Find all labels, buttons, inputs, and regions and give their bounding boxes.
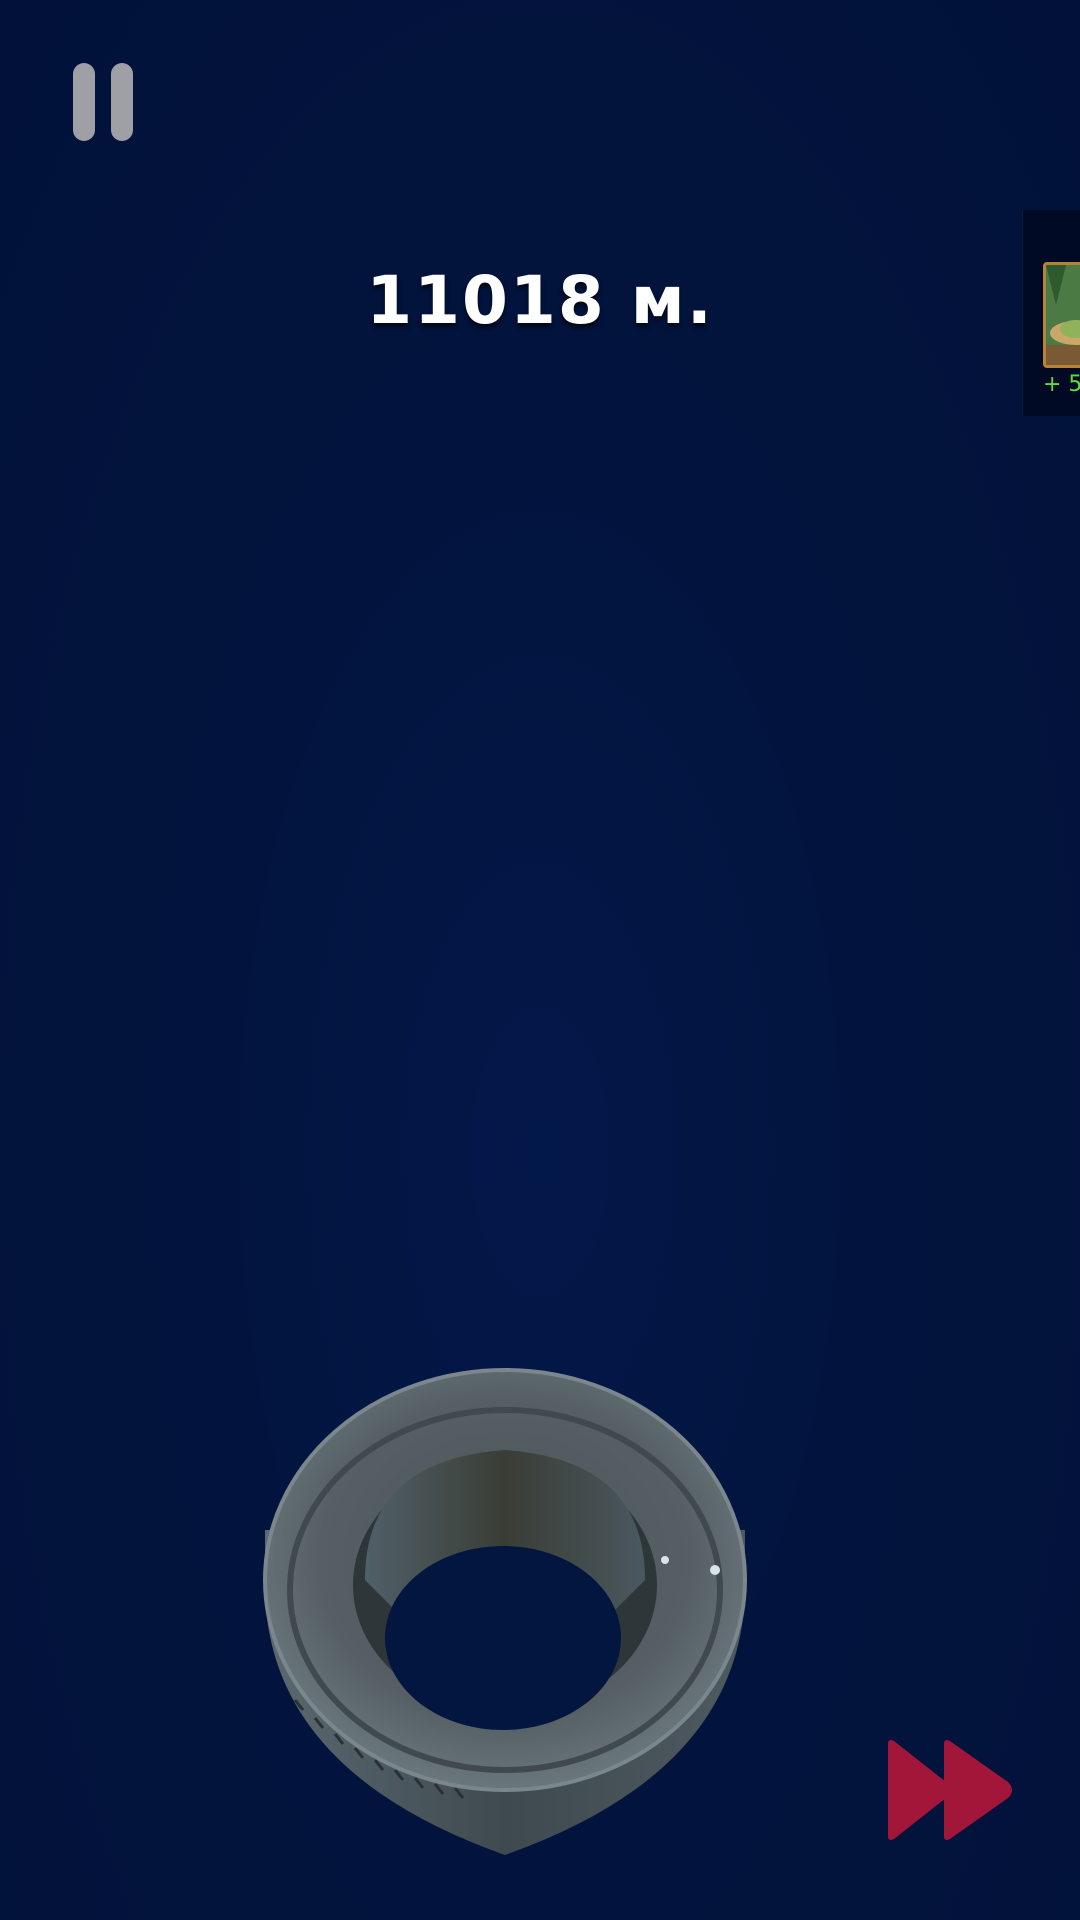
fast-forward-button[interactable] [884, 1738, 1016, 1842]
reward-thumbnail [1043, 262, 1080, 368]
fast-forward-icon [888, 1740, 1012, 1840]
reward-card[interactable]: + 50 [1022, 210, 1080, 416]
reward-amount: + 50 [1043, 372, 1080, 397]
pause-button[interactable] [70, 60, 136, 144]
tire-object [255, 1340, 755, 1860]
distance-counter: 11018 м. [366, 262, 714, 339]
game-screen[interactable]: 11018 м. + 50 [0, 0, 1080, 1920]
